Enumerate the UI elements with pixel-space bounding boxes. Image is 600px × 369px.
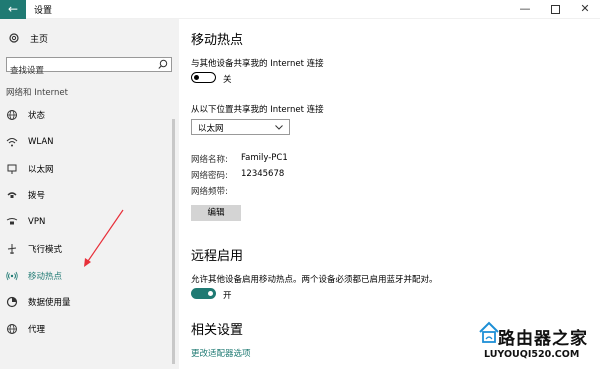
network-band-label: 网络频带: xyxy=(191,187,228,197)
search-input[interactable] xyxy=(7,64,147,78)
network-password-label: 网络密码: xyxy=(191,171,228,181)
network-password-value: 12345678 xyxy=(241,169,285,179)
toggle-knob xyxy=(208,290,213,296)
network-band-row: 网络频带: xyxy=(191,185,228,197)
sidebar-item-home[interactable]: 主页 xyxy=(8,31,48,45)
sidebar-home-label: 主页 xyxy=(30,34,49,45)
page-title: 移动热点 xyxy=(191,33,244,48)
minimize-button[interactable]: — xyxy=(510,0,540,19)
related-section-title: 相关设置 xyxy=(191,323,244,338)
gear-icon xyxy=(9,33,19,43)
sidebar-item-label: 移动热点 xyxy=(28,272,63,282)
airplane-icon xyxy=(7,244,17,254)
remote-toggle-state: 开 xyxy=(223,291,232,301)
house-logo-icon xyxy=(479,321,499,343)
globe-icon xyxy=(7,110,17,120)
sidebar-item-vpn[interactable]: VPN xyxy=(6,215,45,229)
sidebar-item-label: WLAN xyxy=(28,137,54,147)
sidebar-item-label: 状态 xyxy=(28,111,46,121)
sidebar-item-proxy[interactable]: 代理 xyxy=(6,322,45,336)
watermark-cn: 路由器之家 xyxy=(498,329,588,349)
maximize-button[interactable] xyxy=(540,0,570,19)
window-title: 设置 xyxy=(34,6,53,16)
sidebar-item-data-usage[interactable]: 数据使用量 xyxy=(6,295,71,309)
ethernet-icon xyxy=(7,164,17,174)
vpn-icon xyxy=(6,218,18,225)
sidebar: 主页 网络和 Internet 状态 WLAN 以太网 拨号 VPN 飞行模式 … xyxy=(0,19,179,369)
sidebar-item-label: 以太网 xyxy=(28,165,54,175)
toggle-knob xyxy=(194,74,199,80)
watermark-en: LUYOUQI520.COM xyxy=(484,349,580,360)
network-name-row: 网络名称: Family-PC1 xyxy=(191,153,288,165)
share-from-label: 从以下位置共享我的 Internet 连接 xyxy=(191,105,324,115)
connection-select[interactable]: 以太网 xyxy=(191,119,290,135)
sidebar-item-label: 代理 xyxy=(28,325,46,335)
globe-icon xyxy=(7,324,17,334)
sidebar-item-status[interactable]: 状态 xyxy=(6,108,45,122)
chevron-down-icon xyxy=(275,125,283,130)
connection-select-value: 以太网 xyxy=(198,124,224,134)
remote-description: 允许其他设备启用移动热点。两个设备必须都已启用蓝牙并配对。 xyxy=(191,275,438,285)
sidebar-item-ethernet[interactable]: 以太网 xyxy=(6,162,54,176)
remote-section-title: 远程启用 xyxy=(191,249,244,264)
close-button[interactable]: ✕ xyxy=(570,0,600,19)
sidebar-item-label: 拨号 xyxy=(28,191,46,201)
edit-button[interactable]: 编辑 xyxy=(191,205,241,221)
share-toggle[interactable] xyxy=(191,72,216,83)
adapter-options-link[interactable]: 更改适配器选项 xyxy=(191,347,251,359)
title-bar: ← 设置 — ✕ xyxy=(0,0,600,19)
share-label: 与其他设备共享我的 Internet 连接 xyxy=(191,59,324,69)
data-usage-icon xyxy=(6,296,18,308)
network-name-value: Family-PC1 xyxy=(241,153,288,163)
sidebar-item-label: VPN xyxy=(28,217,46,227)
watermark: 路由器之家 LUYOUQI520.COM xyxy=(476,318,596,366)
sidebar-item-dialup[interactable]: 拨号 xyxy=(6,188,45,202)
wifi-icon xyxy=(6,138,18,147)
sidebar-item-hotspot[interactable]: 移动热点 xyxy=(6,269,62,283)
network-password-row: 网络密码: 12345678 xyxy=(191,169,284,181)
back-button[interactable]: ← xyxy=(0,0,26,19)
sidebar-item-label: 数据使用量 xyxy=(28,298,71,308)
maximize-icon xyxy=(550,5,560,14)
sidebar-scrollbar[interactable] xyxy=(172,119,175,364)
phone-icon xyxy=(7,192,17,198)
main-content: 移动热点 与其他设备共享我的 Internet 连接 关 从以下位置共享我的 I… xyxy=(179,19,600,369)
hotspot-icon xyxy=(6,271,18,281)
search-icon[interactable] xyxy=(157,58,169,71)
search-box[interactable] xyxy=(6,57,172,78)
remote-toggle[interactable] xyxy=(191,288,216,299)
sidebar-item-airplane[interactable]: 飞行模式 xyxy=(6,242,62,256)
network-name-label: 网络名称: xyxy=(191,155,228,165)
sidebar-item-label: 飞行模式 xyxy=(28,245,63,255)
sidebar-item-wlan[interactable]: WLAN xyxy=(6,135,54,149)
section-label: 网络和 Internet xyxy=(6,88,68,98)
share-toggle-state: 关 xyxy=(223,75,232,85)
